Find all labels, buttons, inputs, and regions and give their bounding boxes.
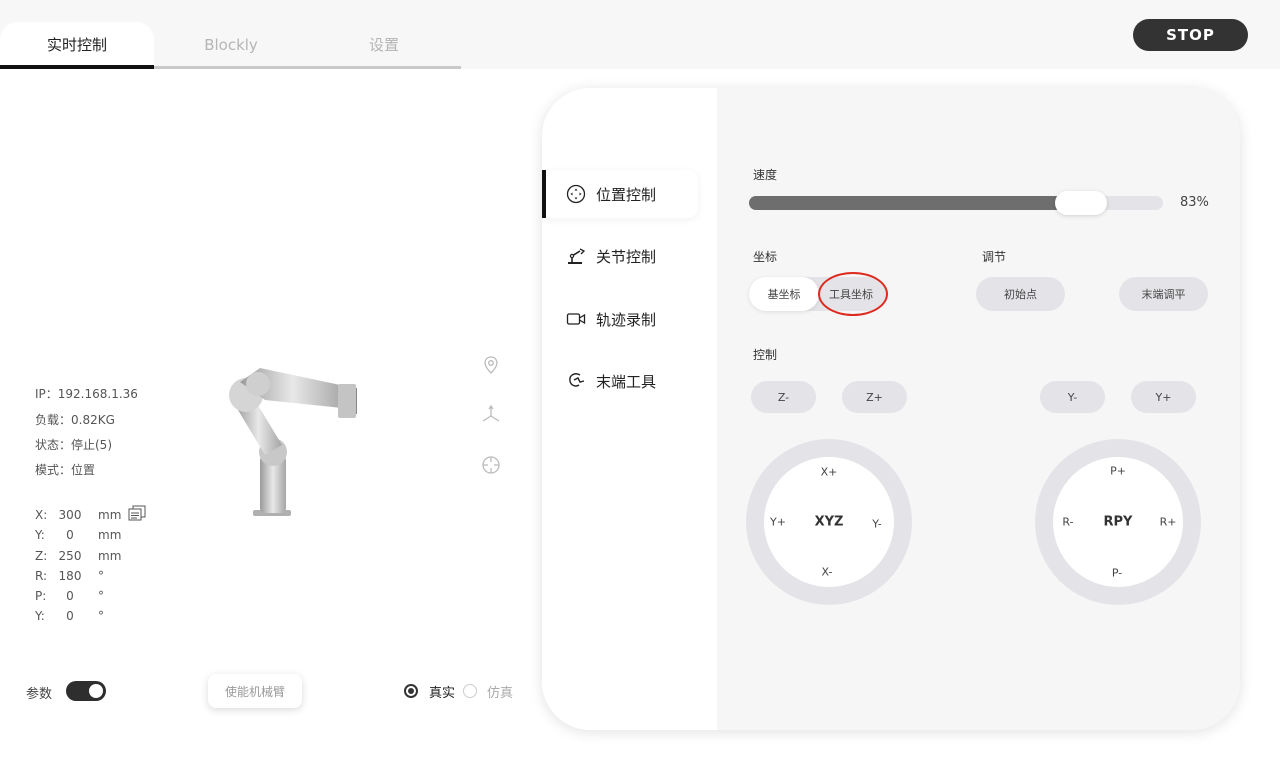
tab-settings[interactable]: 设置 (307, 22, 461, 67)
r-plus-label[interactable]: R+ (1160, 516, 1177, 529)
coord-key: R: (35, 569, 48, 583)
tab-realtime-control[interactable]: 实时控制 (0, 22, 154, 67)
menu-item-end-tool[interactable]: 末端工具 (542, 357, 698, 405)
control-label: 控制 (753, 348, 778, 362)
robot-arm-image (229, 368, 357, 516)
coord-value: 0 (66, 589, 74, 603)
coord-key: Z: (35, 549, 48, 563)
load-text: 负载：0.82KG (35, 413, 115, 427)
x-plus-label[interactable]: X+ (821, 466, 838, 479)
coord-unit: mm (98, 508, 122, 522)
ip-text: IP：192.168.1.36 (35, 387, 138, 401)
axis-icon[interactable] (480, 404, 502, 426)
coord-row-r: R: 180 ° (35, 569, 155, 585)
radio-sim-label[interactable]: 仿真 (487, 682, 513, 701)
coordinate-label: 坐标 (753, 250, 778, 264)
menu-label: 末端工具 (596, 373, 657, 391)
tab-active-indicator (0, 65, 154, 69)
position-icon (566, 184, 586, 204)
r-minus-label[interactable]: R- (1062, 516, 1073, 529)
coord-row-p: P: 0 ° (35, 589, 155, 605)
rpy-joystick[interactable]: P+ P- R- R+ RPY (1035, 439, 1201, 605)
highlight-circle (818, 272, 888, 316)
menu-item-trajectory-recording[interactable]: 轨迹录制 (542, 295, 698, 343)
end-leveling-button[interactable]: 末端调平 (1119, 277, 1208, 311)
coord-value: 180 (58, 569, 82, 583)
rpy-center-label: RPY (1103, 514, 1133, 530)
menu-label: 位置控制 (596, 186, 657, 204)
active-indicator (542, 170, 546, 218)
stop-button[interactable]: STOP (1133, 19, 1248, 51)
x-minus-label[interactable]: X- (822, 566, 833, 579)
joint-icon (568, 248, 586, 264)
z-plus-button[interactable]: Z+ (842, 381, 907, 413)
crosshair-icon[interactable] (480, 454, 502, 476)
xyz-center-label: XYZ (814, 514, 844, 530)
coord-row-yaw: Y: 0 ° (35, 609, 155, 625)
toggle-knob (89, 684, 103, 698)
coord-value: 0 (66, 609, 74, 623)
yaw-minus-button[interactable]: Y- (1040, 381, 1105, 413)
yaw-plus-button[interactable]: Y+ (1131, 381, 1196, 413)
menu-item-position-control[interactable]: 位置控制 (542, 170, 698, 218)
param-toggle[interactable] (66, 681, 106, 701)
coord-row-z: Z: 250 mm (35, 549, 155, 565)
coord-value: 250 (58, 549, 82, 563)
radio-real[interactable] (404, 684, 418, 698)
radio-real-label[interactable]: 真实 (429, 682, 455, 701)
z-minus-button[interactable]: Z- (751, 381, 816, 413)
coord-unit: ° (98, 589, 104, 603)
param-label: 参数 (26, 687, 53, 702)
coord-key: Y: (35, 609, 45, 623)
mode-text: 模式：位置 (35, 463, 96, 477)
coord-unit: ° (98, 609, 104, 623)
p-minus-label[interactable]: P- (1112, 567, 1122, 580)
tab-blockly[interactable]: Blockly (154, 22, 308, 67)
coord-row-y: Y: 0 mm (35, 528, 155, 544)
top-bar: 实时控制 Blockly 设置 STOP (0, 0, 1280, 69)
gripper-icon (569, 373, 585, 387)
speed-slider-fill (749, 196, 1081, 210)
coord-key: P: (35, 589, 47, 603)
coord-unit: mm (98, 528, 122, 542)
xyz-joystick[interactable]: X+ X- Y+ Y- XYZ (746, 439, 912, 605)
adjust-label: 调节 (982, 250, 1007, 264)
speed-slider[interactable] (749, 191, 1163, 215)
speed-slider-thumb[interactable] (1055, 191, 1107, 215)
enable-arm-button[interactable]: 使能机械臂 (208, 674, 302, 708)
video-icon (566, 313, 586, 325)
y-minus-label[interactable]: Y- (872, 518, 881, 531)
coord-key: X: (35, 508, 48, 522)
menu-item-joint-control[interactable]: 关节控制 (542, 232, 698, 280)
speed-label: 速度 (753, 168, 778, 182)
speed-value: 83% (1180, 195, 1209, 210)
base-coordinate-button[interactable]: 基坐标 (749, 277, 819, 311)
y-plus-label[interactable]: Y+ (770, 516, 786, 529)
coord-value: 300 (58, 508, 82, 522)
home-position-button[interactable]: 初始点 (976, 277, 1065, 311)
state-text: 状态：停止(5) (35, 438, 112, 452)
menu-label: 关节控制 (596, 248, 657, 266)
copy-icon[interactable] (128, 505, 146, 521)
coord-value: 0 (66, 528, 74, 542)
coord-key: Y: (35, 528, 45, 542)
radio-sim[interactable] (463, 684, 477, 698)
location-pin-icon[interactable] (480, 354, 502, 376)
p-plus-label[interactable]: P+ (1110, 465, 1126, 478)
coord-unit: mm (98, 549, 122, 563)
menu-label: 轨迹录制 (596, 311, 657, 329)
coord-unit: ° (98, 569, 104, 583)
